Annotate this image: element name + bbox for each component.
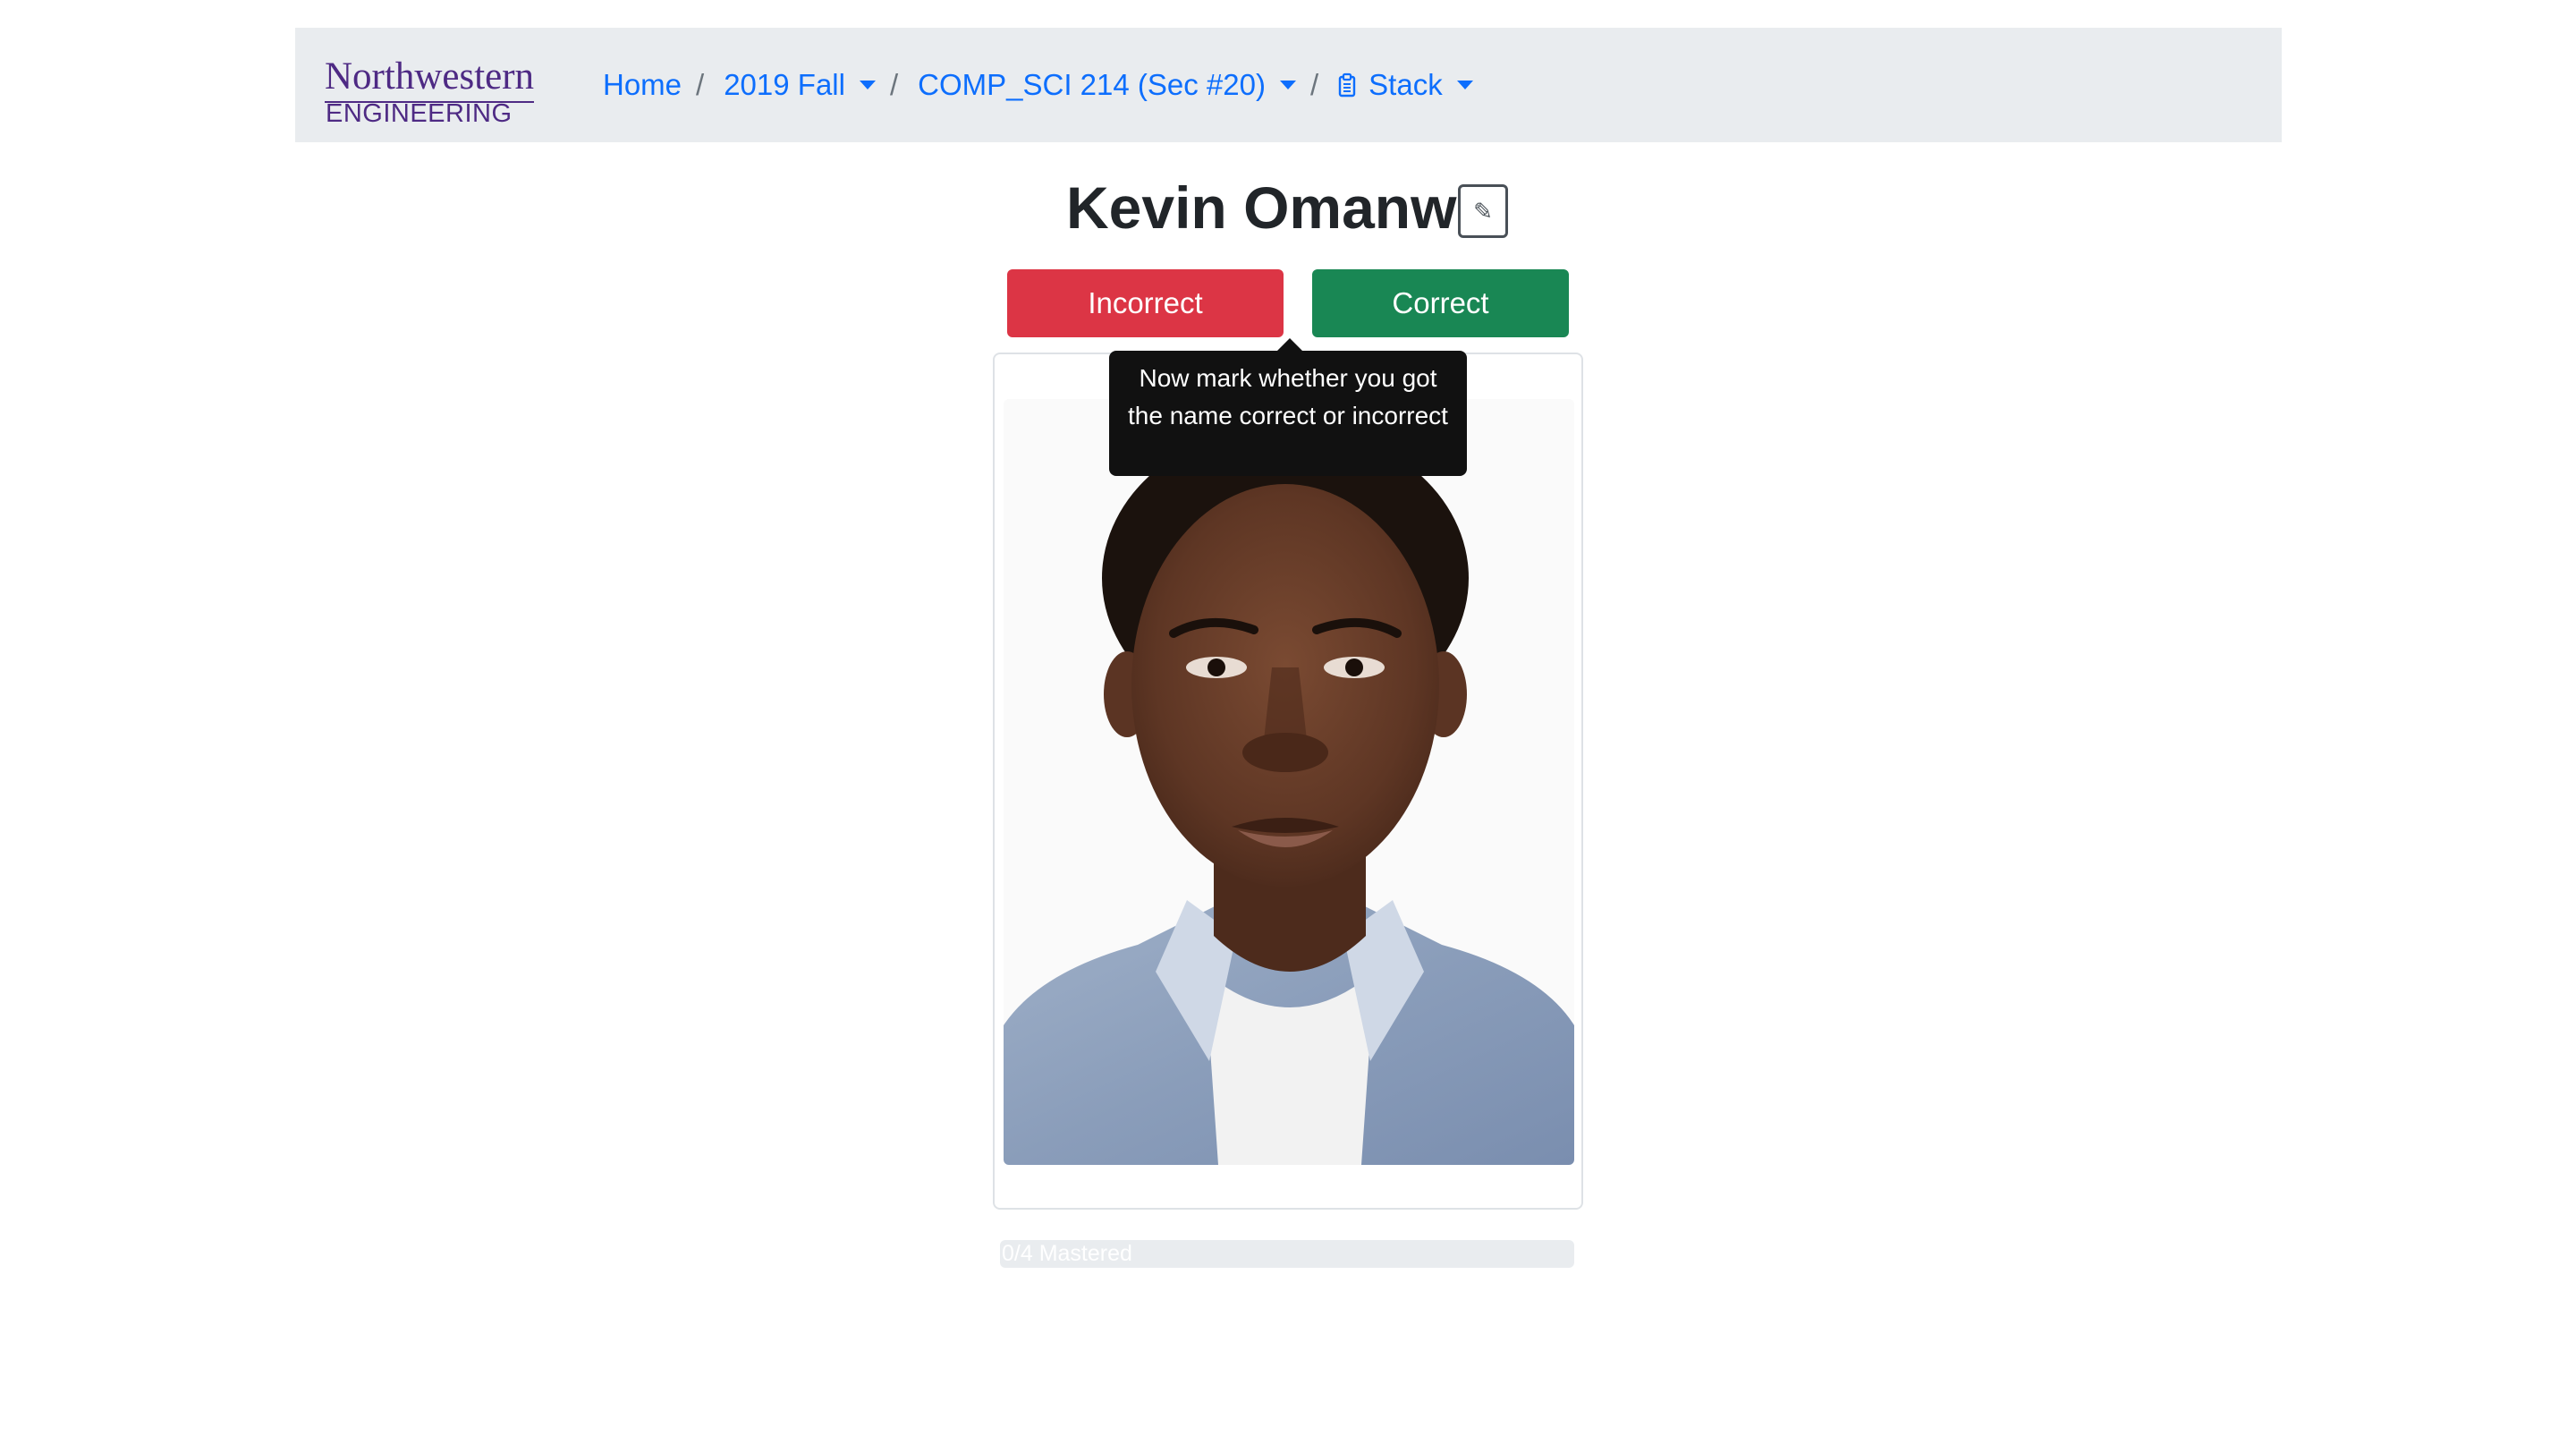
mastery-progress-bar: 0/4 Mastered [1000,1240,1574,1268]
northwestern-engineering-logo[interactable]: Northwestern ENGINEERING [325,55,548,128]
breadcrumb: Home / 2019 Fall / COMP_SCI 214 (Sec #20… [603,28,1473,142]
course-label: COMP_SCI 214 (Sec #20) [918,68,1266,101]
student-photo-card [993,353,1583,1210]
correct-button[interactable]: Correct [1312,269,1569,337]
mode-dropdown[interactable]: Stack [1338,68,1473,102]
term-dropdown[interactable]: 2019 Fall [724,68,876,102]
breadcrumb-separator: / [696,68,705,101]
incorrect-button[interactable]: Incorrect [1007,269,1284,337]
edit-name-button[interactable]: ✎ [1458,184,1508,238]
mastery-progress-label: 0/4 Mastered [1002,1241,1132,1266]
caret-down-icon [1456,81,1473,89]
clipboard-stack-icon [1338,72,1356,98]
top-navbar: Northwestern ENGINEERING Home / 2019 Fal… [295,28,2282,142]
breadcrumb-separator: / [1309,68,1319,101]
student-name: Kevin Omanwa [1066,174,1490,241]
caret-down-icon [859,81,876,89]
student-photo [1004,399,1574,1165]
caret-down-icon [1279,81,1296,89]
flashcard-page: Northwestern ENGINEERING Home / 2019 Fal… [0,0,2576,1436]
breadcrumb-home-label: Home [603,68,682,101]
student-header: Kevin Omanwa ✎ [0,170,2576,251]
pencil-icon: ✎ [1473,197,1493,225]
logo-wordmark: Northwestern [325,55,535,103]
course-dropdown[interactable]: COMP_SCI 214 (Sec #20) [918,68,1296,102]
mode-label: Stack [1368,68,1443,101]
breadcrumb-separator: / [889,68,899,101]
tooltip-arrow [1277,338,1302,351]
term-label: 2019 Fall [724,68,845,101]
instruction-tooltip: Now mark whether you got the name correc… [1109,351,1467,476]
breadcrumb-home-link[interactable]: Home [603,68,682,102]
logo-subtitle: ENGINEERING [326,99,513,128]
